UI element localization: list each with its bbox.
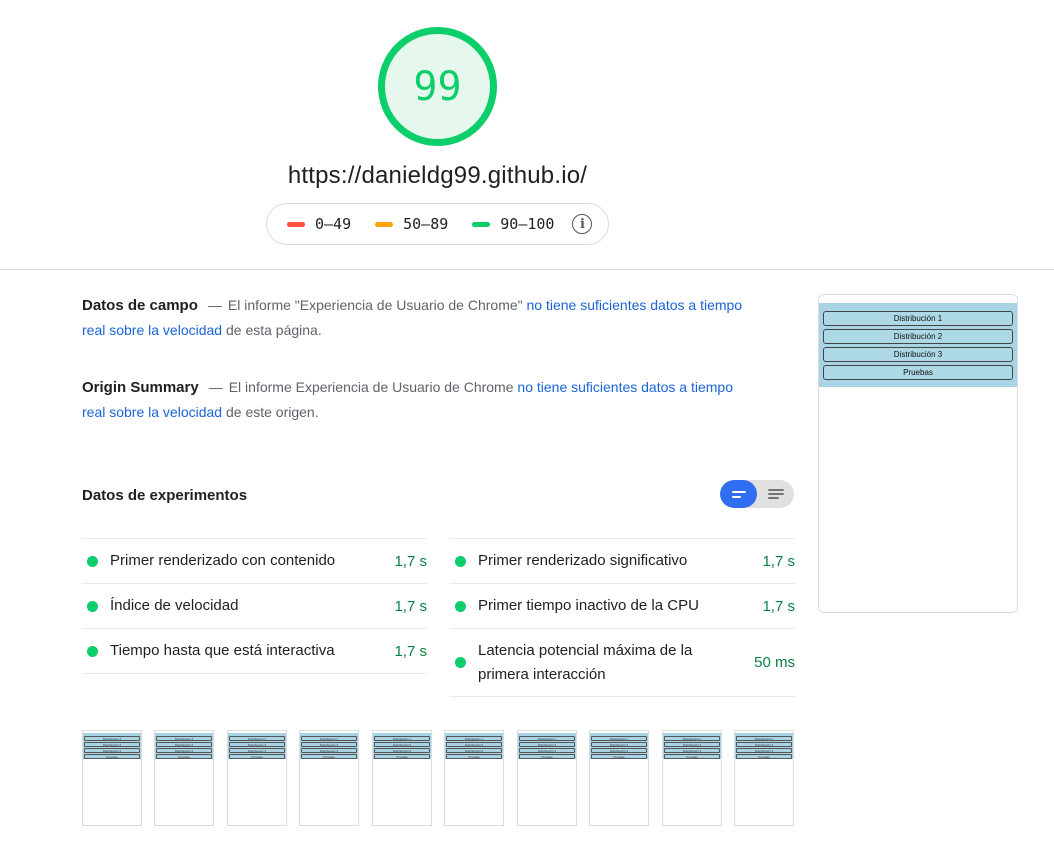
metrics-column-left: Primer renderizado con contenido 1,7 s Í… [82,538,427,674]
metric-value: 1,7 s [394,597,427,615]
filmstrip: Distribución 1 Distribución 2 Distribución… [82,730,794,827]
metric-value: 1,7 s [394,642,427,660]
filmstrip-frame: Distribución 1 Distribución 2 Distribución… [154,730,214,826]
filmstrip-frame: Distribución 1 Distribución 2 Distribución… [517,730,577,826]
pass-indicator [87,600,98,612]
performance-score: 99 [413,63,462,110]
audited-url: https://danieldg99.github.io/ [287,162,588,189]
compact-view-icon [731,489,746,499]
legend-item-pass: 90–100 [472,215,554,233]
score-legend: 0–49 50–89 90–100 i [266,203,609,245]
metrics-column-right: Primer renderizado significativo 1,7 s P… [450,538,795,697]
filmstrip-frame: Distribución 1 Distribución 2 Distribución… [372,730,432,826]
preview-button: Distribución 1 [823,311,1013,326]
expanded-view-button[interactable] [757,480,794,508]
field-data-section: Datos de campo — El informe "Experiencia d… [82,297,743,338]
pass-indicator [455,600,466,612]
score-gauge: 99 [377,26,498,147]
report-header: 99 https://danieldg99.github.io/ 0–49 50… [0,0,1054,270]
filmstrip-frame: Distribución 1 Distribución 2 Distribución… [299,730,359,826]
lab-data-title: Datos de experimentos [82,487,248,504]
field-data-text-after: de esta página. [222,322,322,338]
report-body: Datos de campo — El informe "Experiencia d… [0,271,1054,843]
metric-first-contentful-paint: Primer renderizado con contenido 1,7 s [82,538,427,583]
metric-value: 1,7 s [762,552,795,570]
metric-label: Latencia potencial máxima de la primera … [478,641,693,683]
origin-summary-text-before: El informe Experiencia de Usuario de Chr… [228,379,518,395]
metric-speed-index: Índice de velocidad 1,7 s [82,583,427,628]
preview-button: Pruebas [823,365,1013,380]
compact-view-button[interactable] [720,480,757,508]
metric-value: 1,7 s [394,552,427,570]
filmstrip-frame: Distribución 1 Distribución 2 Distribución… [444,730,504,826]
legend-item-average: 50–89 [375,215,448,233]
metric-label: Primer renderizado con contenido [110,552,336,569]
metric-value: 50 ms [754,654,795,671]
field-data-text-before: El informe "Experiencia de Usuario de Ch… [227,297,527,313]
legend-average-label: 50–89 [403,215,449,233]
origin-summary-text-after: de este origen. [222,404,319,420]
legend-average-bar [375,221,394,227]
metrics-view-toggle[interactable] [720,480,794,508]
pass-indicator [455,657,466,668]
expanded-view-icon [767,488,784,500]
metric-time-to-interactive: Tiempo hasta que está interactiva 1,7 s [82,628,427,674]
metric-label: Tiempo hasta que está interactiva [110,642,335,659]
filmstrip-frame: Distribución 1 Distribución 2 Distribución… [589,730,649,826]
pass-indicator [455,555,466,567]
metric-max-potential-fid: Latencia potencial máxima de la primera … [450,628,795,697]
filmstrip-frame: Distribución 1 Distribución 2 Distribución… [82,730,142,826]
legend-pass-bar [472,221,491,227]
metric-value: 1,7 s [762,597,795,615]
filmstrip-frame: Distribución 1 Distribución 2 Distribución… [734,730,794,826]
origin-summary-title: Origin Summary [82,379,199,396]
preview-button: Distribución 2 [823,329,1013,344]
legend-fail-label: 0–49 [315,215,352,233]
origin-summary-section: Origin Summary — El informe Experiencia de… [82,379,733,420]
legend-item-fail: 0–49 [287,215,351,233]
final-screenshot-preview[interactable]: Distribución 1 Distribución 2 Distribuci… [818,294,1018,613]
legend-pass-label: 90–100 [500,215,555,233]
pass-indicator [87,645,98,657]
filmstrip-frame: Distribución 1 Distribución 2 Distribución… [662,730,722,826]
preview-button: Distribución 3 [823,347,1013,362]
metric-first-meaningful-paint: Primer renderizado significativo 1,7 s [450,538,795,583]
preview-nav-bar: Distribución 1 Distribución 2 Distribuci… [819,303,1017,387]
legend-fail-bar [287,221,305,227]
filmstrip-frame: Distribución 1 Distribución 2 Distribución… [227,730,287,826]
metric-label: Primer renderizado significativo [478,552,688,569]
info-icon[interactable]: i [572,214,593,234]
field-data-title: Datos de campo [82,297,198,314]
pass-indicator [87,555,98,567]
metric-first-cpu-idle: Primer tiempo inactivo de la CPU 1,7 s [450,583,795,628]
metric-label: Primer tiempo inactivo de la CPU [478,597,699,614]
metric-label: Índice de velocidad [110,597,239,614]
